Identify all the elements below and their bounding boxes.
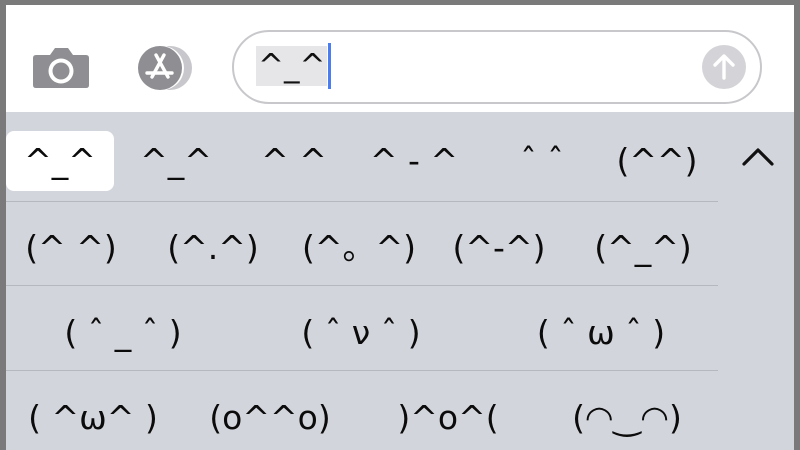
- suggestion[interactable]: ^ - ^: [358, 131, 470, 191]
- suggestion[interactable]: (^-^): [444, 218, 554, 278]
- suggestion[interactable]: )^o^(: [388, 388, 508, 448]
- camera-button[interactable]: [32, 45, 90, 89]
- suggestion[interactable]: ( ˆ ν ˆ ): [278, 303, 444, 363]
- suggestion[interactable]: (o^^o): [200, 388, 340, 448]
- suggestion[interactable]: (^^): [604, 131, 710, 191]
- suggestion[interactable]: (^_^): [588, 218, 698, 278]
- suggestion[interactable]: ( ^ω^ ): [20, 388, 166, 448]
- suggestion[interactable]: (^ ^): [16, 218, 126, 278]
- expand-suggestions-button[interactable]: [732, 136, 784, 180]
- row-divider: [6, 285, 718, 286]
- suggestion[interactable]: ( ˆ ω ˆ ): [518, 303, 684, 363]
- suggestion-selected[interactable]: ^_^: [6, 131, 114, 191]
- suggestion[interactable]: (^.^): [158, 218, 268, 278]
- suggestion[interactable]: ^ ^: [244, 131, 344, 191]
- chevron-up-icon: [742, 148, 774, 166]
- messages-screen: ^_^ ^_^ ^_^ ^ ^ ^ - ^ ˆ ˆ (^^) (^ ^) (^.…: [6, 5, 794, 450]
- app-store-icon: [138, 46, 192, 90]
- suggestion[interactable]: (^。^): [300, 218, 418, 278]
- emoticon-suggestions: ^_^ ^_^ ^ ^ ^ - ^ ˆ ˆ (^^) (^ ^) (^.^) (…: [6, 112, 794, 450]
- suggestion[interactable]: (◠‿◠): [562, 388, 692, 448]
- row-divider: [6, 201, 718, 202]
- camera-icon: [33, 48, 89, 88]
- send-button[interactable]: [702, 45, 746, 89]
- row-divider: [6, 370, 718, 371]
- suggestion[interactable]: ^_^: [124, 131, 228, 191]
- suggestion[interactable]: ( ˆ _ ˆ ): [38, 303, 208, 363]
- arrow-up-icon: [713, 54, 735, 80]
- message-compose-bar: ^_^: [6, 5, 794, 112]
- suggestion[interactable]: ˆ ˆ: [494, 131, 590, 191]
- app-store-button[interactable]: [130, 45, 198, 91]
- message-input[interactable]: ^_^: [232, 30, 762, 104]
- text-cursor: [328, 43, 332, 89]
- marked-text: ^_^: [256, 46, 328, 86]
- input-text: ^_^: [256, 43, 332, 89]
